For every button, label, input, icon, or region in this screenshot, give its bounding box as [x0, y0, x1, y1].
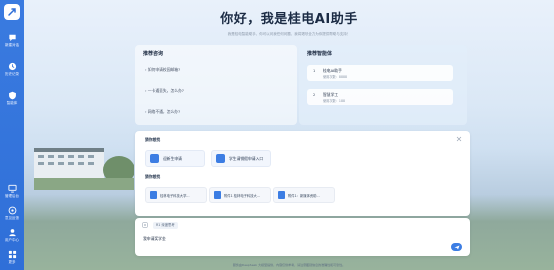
feedback-icon	[8, 206, 16, 215]
service-button[interactable]: 学生请销假申请入口	[211, 150, 271, 167]
user-icon	[8, 229, 16, 237]
document-button[interactable]: 附件1 桂林电子科技大...	[209, 187, 271, 203]
sidebar-item-user-center[interactable]: 用户中心	[0, 228, 24, 243]
monitor-icon	[7, 184, 17, 193]
sidebar-item-label: 历史记录	[5, 72, 19, 76]
send-button[interactable]	[451, 243, 462, 251]
suggestion-card: 猜你想找 迎新生申请 学生请销假申请入口 猜你想找 桂林电子科技大学... 附件…	[135, 131, 470, 216]
document-label: 附件1：新媒体资助...	[288, 194, 320, 198]
app-logo[interactable]	[4, 4, 20, 20]
sidebar-item-label: 更多	[8, 260, 16, 264]
page-title: 你好，我是桂电AI助手	[220, 12, 358, 27]
document-button[interactable]: 桂林电子科技大学...	[145, 187, 207, 203]
services-title: 猜你想找	[145, 137, 161, 142]
documents-title: 猜你想找	[145, 174, 161, 179]
document-icon	[278, 191, 285, 199]
shield-icon	[8, 91, 16, 100]
history-icon	[8, 62, 16, 71]
sidebar-item-label: 用户中心	[5, 238, 19, 242]
sidebar-item-label: 管理后台	[5, 194, 19, 198]
agent-item[interactable]: 2 智慧学工 使用次数：188	[307, 89, 453, 105]
sidebar-item-admin[interactable]: 管理后台	[0, 184, 24, 199]
question-item[interactable]: › 如何申请校园邮箱?	[145, 67, 180, 73]
agent-item[interactable]: 1 桂电AI助手 使用次数：8888	[307, 65, 453, 81]
service-app-icon	[150, 154, 159, 163]
agent-usage-count: 使用次数：8888	[323, 75, 348, 79]
grid-icon	[8, 250, 16, 259]
sidebar: 新建对话 历史记录 智能体 管理后台 意见反馈 用户中心 更多	[0, 0, 24, 270]
footer-disclaimer: 服务由DeepSeek 大模型提供，内容仅供参考，请注意甄别信息的准确性和可靠性…	[232, 263, 346, 267]
close-icon[interactable]	[456, 136, 462, 142]
question-text: 如何申请校园邮箱?	[147, 67, 181, 72]
agent-usage-count: 使用次数：188	[323, 99, 346, 103]
paperclip-icon[interactable]	[142, 222, 148, 228]
sidebar-item-label: 智能体	[6, 101, 18, 105]
sidebar-item-label: 意见反馈	[5, 216, 19, 220]
agent-rank: 1	[313, 69, 316, 73]
sidebar-item-label: 新建对话	[5, 43, 19, 47]
campus-building-illustration	[34, 148, 134, 190]
recommend-questions-title: 推荐咨询	[143, 51, 164, 57]
question-text: 网络不通，怎么办?	[147, 109, 181, 114]
service-label: 迎新生申请	[163, 156, 182, 161]
question-item[interactable]: › 网络不通，怎么办?	[145, 109, 180, 115]
sidebar-item-more[interactable]: 更多	[0, 250, 24, 265]
page-subtitle: 我是桂电智能助手，你可以问我任何问题，我将竭尽全力为你提供帮助与支持！	[227, 32, 351, 36]
sidebar-item-new-chat[interactable]: 新建对话	[0, 33, 24, 48]
document-icon	[214, 191, 221, 199]
service-label: 学生请销假申请入口	[229, 156, 264, 161]
agent-rank: 2	[313, 93, 316, 97]
recommend-agents-title: 推荐智能体	[307, 51, 333, 57]
send-icon	[454, 245, 459, 249]
document-label: 附件1 桂林电子科技大...	[224, 194, 260, 198]
document-icon	[150, 191, 157, 199]
main-area: 你好，我是桂电AI助手 我是桂电智能助手，你可以问我任何问题，我将竭尽全力为你提…	[24, 0, 554, 270]
service-app-icon	[216, 154, 225, 163]
sidebar-item-history[interactable]: 历史记录	[0, 62, 24, 77]
recommend-agents-panel: 推荐智能体 1 桂电AI助手 使用次数：8888 2 智慧学工 使用次数：188	[299, 45, 467, 125]
question-item[interactable]: › 一卡通丢失，怎么办?	[145, 88, 184, 94]
deep-think-toggle[interactable]: R1 深度思考	[153, 222, 178, 229]
chat-bubble-icon	[8, 34, 16, 42]
logo-icon	[8, 8, 16, 16]
document-label: 桂林电子科技大学...	[160, 194, 190, 198]
sidebar-item-feedback[interactable]: 意见反馈	[0, 206, 24, 221]
chat-input-box[interactable]: R1 深度思考 我申请奖学金	[135, 218, 470, 256]
service-button[interactable]: 迎新生申请	[145, 150, 205, 167]
sidebar-item-agents[interactable]: 智能体	[0, 91, 24, 106]
chat-input-text[interactable]: 我申请奖学金	[143, 236, 166, 242]
document-button[interactable]: 附件1：新媒体资助...	[273, 187, 335, 203]
recommend-questions-panel: 推荐咨询 › 如何申请校园邮箱? › 一卡通丢失，怎么办? › 网络不通，怎么办…	[135, 45, 297, 125]
question-text: 一卡通丢失，怎么办?	[147, 88, 184, 93]
